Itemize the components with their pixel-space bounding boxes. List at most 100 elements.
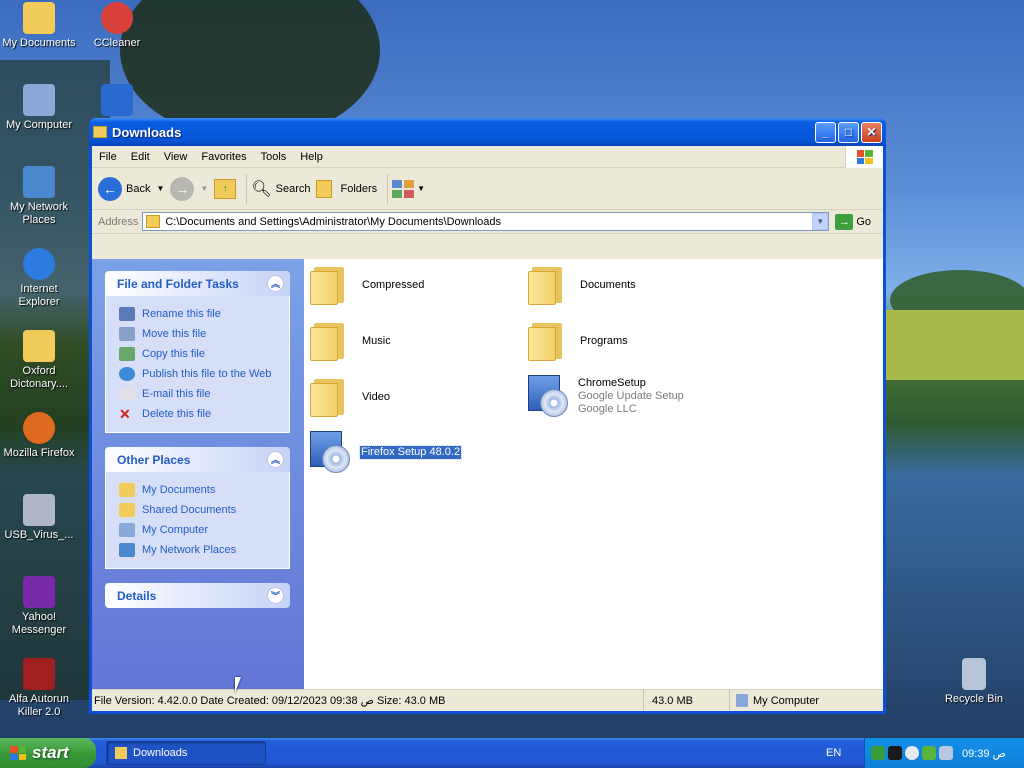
task-publish[interactable]: Publish this file to the Web [119,364,289,384]
chevron-down-icon: ▼ [816,217,825,226]
place-network-places[interactable]: My Network Places [119,540,289,560]
views-button[interactable]: ▼ [392,179,426,198]
copy-icon [119,347,135,361]
desktop-icon-my-documents[interactable]: My Documents [2,2,76,50]
rename-icon [119,307,135,321]
start-button[interactable]: start [0,738,96,768]
desktop-icon-network-places[interactable]: My Network Places [2,166,76,227]
folder-item-video[interactable]: Video [310,377,390,417]
desktop-icon-usb-virus[interactable]: USB_Virus_... [2,494,76,542]
desktop-icon-yahoo[interactable]: Yahoo! Messenger [2,576,76,637]
collapse-chevron-icon[interactable]: ︽ [267,275,284,292]
file-item-chromesetup[interactable]: ChromeSetup Google Update Setup Google L… [526,373,684,419]
desktop-icon-firefox[interactable]: Mozilla Firefox [2,412,76,460]
place-my-documents[interactable]: My Documents [119,480,289,500]
task-delete[interactable]: ✕ Delete this file [119,404,289,424]
file-item-firefox-setup[interactable]: Firefox Setup 48.0.2 [308,429,463,475]
maximize-button[interactable]: □ [838,121,859,143]
search-button[interactable]: 🔍︎ Search [251,179,310,199]
maximize-icon: □ [844,125,853,139]
folders-button[interactable]: Folders [316,179,378,198]
task-rename[interactable]: Rename this file [119,304,289,324]
window-titlebar[interactable]: Downloads _ □ ✕ [89,118,886,146]
clock[interactable]: 09:39 ص [962,747,1006,760]
collapse-chevron-icon[interactable]: ︽ [267,451,284,468]
forward-arrow-icon: → [170,176,195,201]
file-folder-tasks-header[interactable]: File and Folder Tasks ︽ [105,271,290,296]
status-zone-label: My Computer [753,694,820,707]
folder-icon [146,215,161,228]
file-folder-tasks-panel: File and Folder Tasks ︽ Rename this file… [105,271,290,433]
menu-file[interactable]: File [92,151,124,163]
desktop-icon-oxford[interactable]: Oxford Dictonary.... [2,330,76,391]
task-label: Copy this file [142,348,205,360]
desktop-icon-my-computer[interactable]: My Computer [2,84,76,132]
item-name: ChromeSetup [578,376,646,389]
details-header[interactable]: Details ︾ [105,583,290,608]
desktop-icon-label: Internet Explorer [18,283,60,308]
task-move[interactable]: Move this file [119,324,289,344]
desktop-icon-recycle-bin[interactable]: Recycle Bin [937,658,1011,706]
window-title: Downloads [112,124,182,140]
desktop-icon-ccleaner[interactable]: CCleaner [80,2,154,50]
task-copy[interactable]: Copy this file [119,344,289,364]
mouse-cursor-icon [235,677,241,693]
go-button[interactable]: → Go [835,213,871,230]
monitor-tray-icon[interactable] [888,746,902,760]
recycle-icon [101,84,133,116]
menu-edit[interactable]: Edit [124,151,157,163]
usb-tray-icon[interactable] [939,746,953,760]
taskbar-item-downloads[interactable]: Downloads [106,741,266,765]
security-tray-icon[interactable] [922,746,936,760]
panel-title: File and Folder Tasks [117,276,239,291]
address-field[interactable]: C:\Documents and Settings\Administrator\… [142,212,830,231]
folder-item-documents[interactable]: Documents [528,265,636,305]
menu-favorites[interactable]: Favorites [194,151,253,163]
task-email[interactable]: E-mail this file [119,384,289,404]
other-places-header[interactable]: Other Places ︽ [105,447,290,472]
details-panel: Details ︾ [105,583,290,608]
desktop-icon-recycle-app[interactable] [80,84,154,119]
minimize-button[interactable]: _ [815,121,836,143]
desktop-icon-label: Yahoo! Messenger [11,611,67,636]
folders-label: Folders [340,182,378,195]
go-arrow-icon: → [835,213,854,230]
panel-title: Other Places [117,452,191,467]
item-name: Programs [580,334,628,347]
menu-view[interactable]: View [157,151,195,163]
windows-logo-icon [845,146,883,168]
folder-icon [115,747,127,759]
network-tray-icon[interactable] [871,746,885,760]
menu-tools[interactable]: Tools [254,151,294,163]
expand-chevron-icon[interactable]: ︾ [267,587,284,604]
place-shared-documents[interactable]: Shared Documents [119,500,289,520]
folder-icon [23,2,55,34]
autorun-killer-icon [23,658,55,690]
computer-icon [23,84,55,116]
usb-icon [23,494,55,526]
desktop-icon-label: Recycle Bin [944,693,1004,705]
place-my-computer[interactable]: My Computer [119,520,289,540]
back-button[interactable]: ← Back ▼ [98,176,165,201]
folder-item-music[interactable]: Music [310,321,391,361]
recycle-bin-icon [962,658,986,690]
desktop-icon-alfa-autorun[interactable]: Alfa Autorun Killer 2.0 [2,658,76,719]
folder-item-programs[interactable]: Programs [528,321,628,361]
language-indicator[interactable]: EN [826,747,841,759]
address-dropdown-button[interactable]: ▼ [812,213,829,230]
chevron-down-icon: ▼ [156,184,165,193]
desktop-icon-label: USB_Virus_... [4,529,74,541]
up-folder-button[interactable]: ↑ [214,178,237,199]
folder-item-compressed[interactable]: Compressed [310,265,424,305]
desktop-icon-internet-explorer[interactable]: Internet Explorer [2,248,76,309]
place-label: Shared Documents [142,504,237,516]
folder-icon [310,265,352,305]
task-pane: File and Folder Tasks ︽ Rename this file… [92,259,304,689]
move-icon [119,327,135,341]
close-button[interactable]: ✕ [861,121,882,143]
messenger-tray-icon[interactable] [905,746,919,760]
panel-body: My Documents Shared Documents My Compute… [105,472,290,569]
chevron-down-icon: ▼ [417,184,426,193]
menu-help[interactable]: Help [293,151,330,163]
forward-button[interactable]: → ▼ [170,176,208,201]
